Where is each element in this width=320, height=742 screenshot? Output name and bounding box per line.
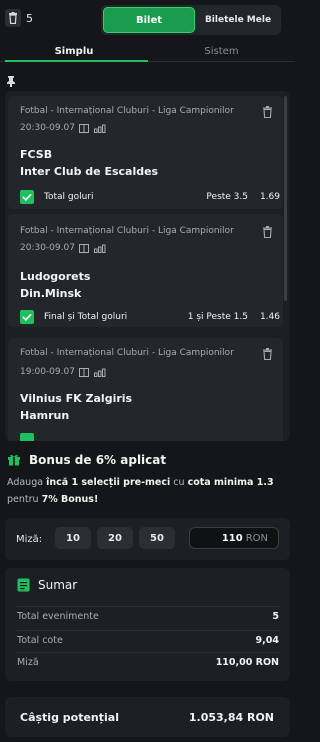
- stake-chip-10[interactable]: 10: [55, 527, 91, 549]
- gift-icon: [8, 454, 20, 466]
- summary-title: Sumar: [38, 578, 78, 592]
- summary-value: 110,00 RON: [215, 657, 279, 668]
- away-team: Inter Club de Escaldes: [20, 165, 159, 178]
- stats-icon: [94, 368, 106, 377]
- potential-win-value: 1.053,84 RON: [188, 711, 274, 724]
- stake-label: Miză:: [16, 534, 43, 545]
- odd-value: 1.46: [259, 312, 280, 322]
- segment-bilet[interactable]: Bilet: [103, 7, 195, 33]
- bonus-title: Bonus de 6% aplicat: [29, 453, 167, 467]
- stake-amount: 110: [221, 532, 243, 544]
- segment-biletele-mele[interactable]: Biletele Mele: [197, 7, 279, 33]
- selection-checkbox[interactable]: [20, 190, 34, 204]
- check-icon: [22, 193, 32, 201]
- selection-count: 5: [26, 12, 33, 25]
- receipt-icon: [17, 578, 30, 592]
- trash-icon: [9, 12, 17, 24]
- away-team: Din.Minsk: [20, 287, 82, 300]
- remove-bet-icon[interactable]: [262, 348, 273, 360]
- summary-label: Total cote: [17, 635, 63, 646]
- summary-label: Miză: [17, 657, 39, 668]
- pin-icon[interactable]: [6, 72, 16, 91]
- pitch-icon: [79, 124, 89, 133]
- stats-icon: [94, 244, 106, 253]
- stake-chip-50[interactable]: 50: [139, 527, 175, 549]
- match-time: 20:30-09.07: [20, 243, 75, 253]
- bet-card: Fotbal - Internațional Cluburi - Liga Ca…: [8, 214, 283, 327]
- pitch-icon: [79, 368, 89, 377]
- potential-win-label: Câștig potențial: [20, 711, 119, 724]
- summary-value: 5: [272, 611, 279, 622]
- bet-list[interactable]: Fotbal - Internațional Cluburi - Liga Ca…: [5, 91, 290, 441]
- market-name: Total goluri: [44, 192, 94, 202]
- selection-name: 1 și Peste 1.5: [187, 312, 248, 322]
- home-team: Ludogorets: [20, 270, 91, 283]
- active-tab-indicator: [5, 60, 148, 62]
- league-name: Fotbal - Internațional Cluburi - Liga Ca…: [20, 226, 234, 236]
- summary-row: Total evenimente 5: [17, 606, 279, 626]
- tab-simplu[interactable]: Simplu: [0, 40, 148, 62]
- home-team: FCSB: [20, 148, 53, 161]
- stake-currency: RON: [245, 532, 268, 544]
- summary-row: Miză 110,00 RON: [17, 652, 279, 672]
- stake-chip-20[interactable]: 20: [97, 527, 133, 549]
- tab-sistem[interactable]: Sistem: [148, 40, 295, 62]
- bet-card: Fotbal - Internațional Cluburi - Liga Ca…: [8, 338, 283, 441]
- remove-bet-icon[interactable]: [262, 106, 273, 118]
- odd-value: 1.69: [259, 192, 280, 202]
- summary-value: 9,04: [255, 635, 279, 646]
- home-team: Vilnius FK Zalgiris: [20, 392, 133, 405]
- remove-bet-icon[interactable]: [262, 226, 273, 238]
- league-name: Fotbal - Internațional Cluburi - Liga Ca…: [20, 106, 234, 116]
- bonus-description: Adauga încă 1 selecții pre-meci cu cota …: [7, 477, 274, 505]
- stats-icon: [94, 124, 106, 133]
- pitch-icon: [79, 244, 89, 253]
- clear-betslip-button[interactable]: [5, 9, 21, 27]
- check-icon: [22, 313, 32, 321]
- away-team: Hamrun: [20, 409, 70, 422]
- summary-row: Total cote 9,04: [17, 630, 279, 650]
- bet-card: Fotbal - Internațional Cluburi - Liga Ca…: [8, 96, 283, 209]
- selection-checkbox[interactable]: [20, 310, 34, 324]
- stake-input[interactable]: 110 RON: [189, 527, 279, 549]
- match-time: 20:30-09.07: [20, 123, 75, 133]
- scrollbar-thumb[interactable]: [284, 96, 287, 301]
- league-name: Fotbal - Internațional Cluburi - Liga Ca…: [20, 348, 234, 358]
- market-name: Final și Total goluri: [44, 312, 128, 322]
- match-time: 19:00-09.07: [20, 367, 75, 377]
- selection-checkbox[interactable]: [20, 433, 34, 441]
- summary-label: Total evenimente: [17, 611, 99, 622]
- selection-name: Peste 3.5: [206, 192, 248, 202]
